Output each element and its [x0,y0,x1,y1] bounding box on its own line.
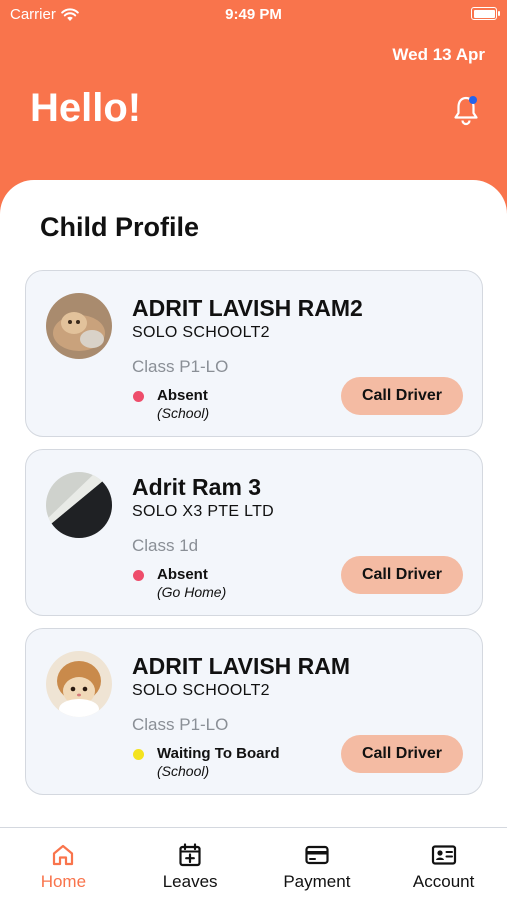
call-driver-button[interactable]: Call Driver [341,556,463,594]
status-dot [133,570,144,581]
school-name: SOLO SCHOOLT2 [132,682,270,699]
child-name: Adrit Ram 3 [132,474,262,500]
tab-home[interactable]: Home [0,828,127,900]
class-name: Class P1-LO [132,715,229,734]
child-avatar [46,293,112,359]
tab-label: Payment [283,872,351,891]
attendance-detail: (Go Home) [157,584,227,600]
home-icon [53,844,74,866]
attendance-detail: (School) [157,405,210,421]
notification-bell-icon[interactable] [451,94,481,126]
section-title: Child Profile [40,212,200,242]
class-name: Class P1-LO [132,357,229,376]
greeting-title: Hello! [30,86,142,130]
school-name: SOLO X3 PTE LTD [132,503,275,520]
status-time: 9:49 PM [225,6,282,23]
child-avatar [46,651,112,717]
attendance-status: Waiting To Board [157,745,280,762]
current-date: Wed 13 Apr [392,45,485,64]
class-name: Class 1d [132,536,199,555]
child-name: ADRIT LAVISH RAM2 [132,295,363,321]
child-avatar [46,472,112,538]
attendance-detail: (School) [157,763,210,779]
call-driver-button[interactable]: Call Driver [341,377,463,415]
tab-account[interactable]: Account [380,828,507,900]
attendance-status: Absent [157,566,208,583]
attendance-status: Absent [157,387,208,404]
school-name: SOLO SCHOOLT2 [132,324,270,341]
bottom-tab-bar: Home Leaves Payment Account [0,827,507,900]
id-card-icon [431,845,456,865]
status-dot [133,749,144,760]
calendar-plus-icon [179,843,201,867]
tab-label: Leaves [162,872,218,891]
tab-leaves[interactable]: Leaves [127,828,254,900]
tab-payment[interactable]: Payment [254,828,381,900]
status-dot [133,391,144,402]
call-driver-button[interactable]: Call Driver [341,735,463,773]
tab-label: Account [412,872,475,891]
card-icon [305,845,329,865]
child-card[interactable]: Adrit Ram 3 SOLO X3 PTE LTD Class 1d Abs… [25,449,483,616]
child-card[interactable]: ADRIT LAVISH RAM SOLO SCHOOLT2 Class P1-… [25,628,483,795]
notification-dot [469,96,477,104]
battery-icon [471,7,500,20]
tab-label: Home [40,872,87,891]
status-bar: Carrier 9:49 PM [0,0,507,30]
child-card[interactable]: ADRIT LAVISH RAM2 SOLO SCHOOLT2 Class P1… [25,270,483,437]
child-name: ADRIT LAVISH RAM [132,653,351,679]
